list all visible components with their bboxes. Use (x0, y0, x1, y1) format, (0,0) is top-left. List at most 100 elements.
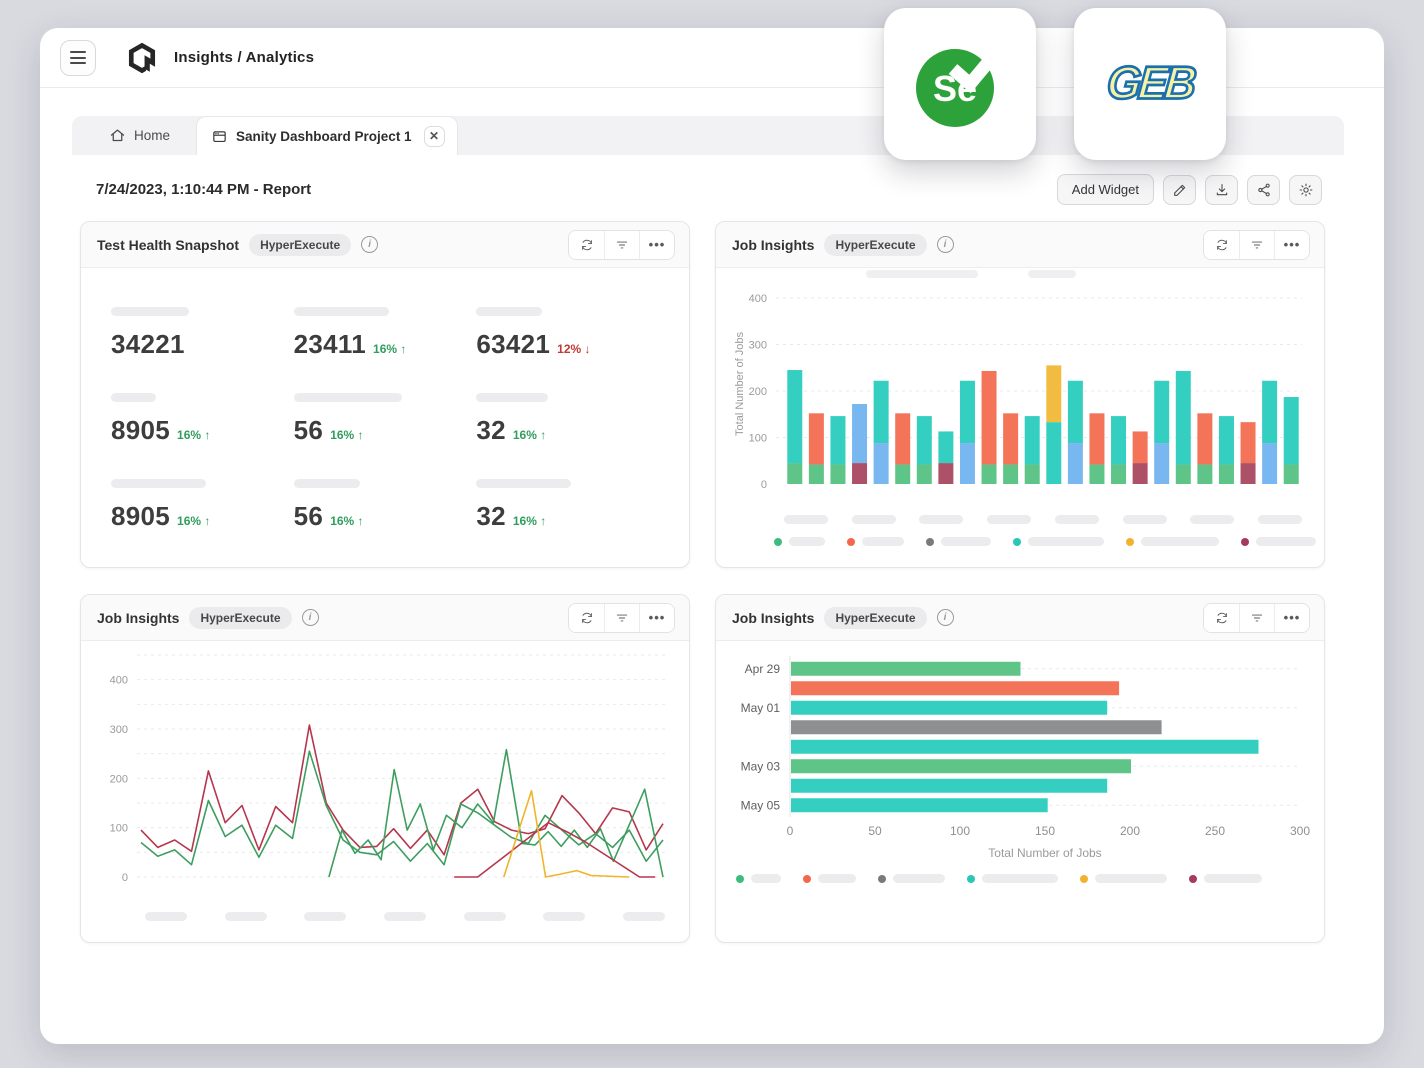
filter-button[interactable] (604, 604, 639, 632)
share-button[interactable] (1247, 175, 1280, 205)
stat-cell: 890516% ↑ (111, 376, 294, 462)
download-button[interactable] (1205, 175, 1238, 205)
info-icon[interactable]: i (937, 609, 954, 626)
geb-app-card[interactable]: GEB (1074, 8, 1226, 160)
hyperexecute-badge: HyperExecute (824, 607, 926, 629)
report-actions: Add Widget (1057, 174, 1322, 205)
hamburger-menu-button[interactable] (60, 40, 96, 76)
tab-close-icon[interactable]: ✕ (424, 126, 445, 147)
legend-dot (803, 875, 811, 883)
stat-trend: 16% ↑ (330, 428, 363, 442)
legend-dot (1241, 538, 1249, 546)
widget-title: Job Insights (97, 610, 179, 626)
add-widget-button[interactable]: Add Widget (1057, 174, 1154, 205)
svg-text:300: 300 (1290, 824, 1310, 838)
svg-text:200: 200 (110, 773, 128, 785)
hyperexecute-badge: HyperExecute (824, 234, 926, 256)
legend-dot (1013, 538, 1021, 546)
filter-icon (615, 611, 629, 625)
refresh-button[interactable] (569, 604, 604, 632)
stat-label-placeholder (294, 479, 360, 488)
filter-button[interactable] (1239, 231, 1274, 259)
more-options-button[interactable]: ••• (639, 231, 674, 259)
report-title: 7/24/2023, 1:10:44 PM - Report (96, 181, 311, 198)
info-icon[interactable]: i (361, 236, 378, 253)
refresh-button[interactable] (569, 231, 604, 259)
refresh-button[interactable] (1204, 604, 1239, 632)
stat-value: 32 (476, 415, 506, 446)
ellipsis-icon: ••• (1284, 611, 1301, 624)
stat-cell: 890516% ↑ (111, 463, 294, 549)
refresh-button[interactable] (1204, 231, 1239, 259)
ellipsis-icon: ••• (649, 238, 666, 251)
chart-top-placeholder (1028, 270, 1076, 278)
download-icon (1214, 182, 1230, 198)
stat-trend: 16% ↑ (177, 514, 210, 528)
chart-legend (774, 537, 1310, 546)
legend-item (926, 537, 991, 546)
selenium-se-text: Se (933, 68, 977, 109)
legend-label-placeholder (1141, 537, 1219, 546)
legend-item (774, 537, 825, 546)
legend-item (1080, 874, 1167, 883)
x-label-placeholder (852, 515, 896, 524)
stat-value: 8905 (111, 415, 170, 446)
legend-dot (774, 538, 782, 546)
legend-item (736, 874, 781, 883)
svg-text:400: 400 (749, 293, 767, 305)
widget-header: Job Insights HyperExecute i ••• (81, 595, 689, 641)
svg-text:0: 0 (122, 872, 128, 884)
stat-label-placeholder (111, 307, 189, 316)
ellipsis-icon: ••• (1284, 238, 1301, 251)
more-options-button[interactable]: ••• (1274, 604, 1309, 632)
stats-body: 34221 2341116% ↑ 6342112% ↓ 890516% ↑ 56… (81, 268, 689, 567)
legend-item (803, 874, 856, 883)
x-axis-label-placeholders (145, 912, 665, 921)
legend-label-placeholder (893, 874, 945, 883)
svg-text:300: 300 (749, 339, 767, 351)
legend-dot (1189, 875, 1197, 883)
svg-text:0: 0 (787, 824, 794, 838)
svg-text:0: 0 (761, 479, 767, 491)
tab-sanity-dashboard[interactable]: Sanity Dashboard Project 1 ✕ (196, 116, 458, 155)
widget-title: Job Insights (732, 237, 814, 253)
gear-icon (1298, 182, 1314, 198)
settings-button[interactable] (1289, 175, 1322, 205)
selenium-app-card[interactable]: Se (884, 8, 1036, 160)
tab-home[interactable]: Home (72, 116, 196, 155)
filter-button[interactable] (1239, 604, 1274, 632)
svg-text:May 03: May 03 (741, 759, 781, 773)
stat-trend: 16% ↑ (330, 514, 363, 528)
info-icon[interactable]: i (937, 236, 954, 253)
filter-icon (615, 238, 629, 252)
stat-cell: 6342112% ↓ (476, 290, 659, 376)
stat-cell: 34221 (111, 290, 294, 376)
x-label-placeholder (543, 912, 585, 921)
widget-controls: ••• (1203, 230, 1310, 260)
lambdatest-logo-icon (124, 40, 160, 76)
more-options-button[interactable]: ••• (1274, 231, 1309, 259)
widget-controls: ••• (568, 230, 675, 260)
legend-label-placeholder (1256, 537, 1316, 546)
filter-button[interactable] (604, 231, 639, 259)
info-icon[interactable]: i (302, 609, 319, 626)
widget-header: Job Insights HyperExecute i ••• (716, 222, 1324, 268)
stat-value: 34221 (111, 329, 185, 360)
stat-label-placeholder (476, 479, 571, 488)
widget-title: Job Insights (732, 610, 814, 626)
svg-text:50: 50 (868, 824, 882, 838)
stat-trend: 16% ↑ (513, 514, 546, 528)
x-label-placeholder (145, 912, 187, 921)
legend-label-placeholder (941, 537, 991, 546)
svg-text:250: 250 (1205, 824, 1225, 838)
x-label-placeholder (1258, 515, 1302, 524)
more-options-button[interactable]: ••• (639, 604, 674, 632)
legend-label-placeholder (818, 874, 856, 883)
legend-dot (736, 875, 744, 883)
stat-cell: 3216% ↑ (476, 376, 659, 462)
edit-button[interactable] (1163, 175, 1196, 205)
stats-grid: 34221 2341116% ↑ 6342112% ↓ 890516% ↑ 56… (81, 268, 689, 567)
widget-header: Test Health Snapshot HyperExecute i ••• (81, 222, 689, 268)
svg-text:Apr 29: Apr 29 (745, 662, 781, 676)
stat-label-placeholder (111, 479, 206, 488)
